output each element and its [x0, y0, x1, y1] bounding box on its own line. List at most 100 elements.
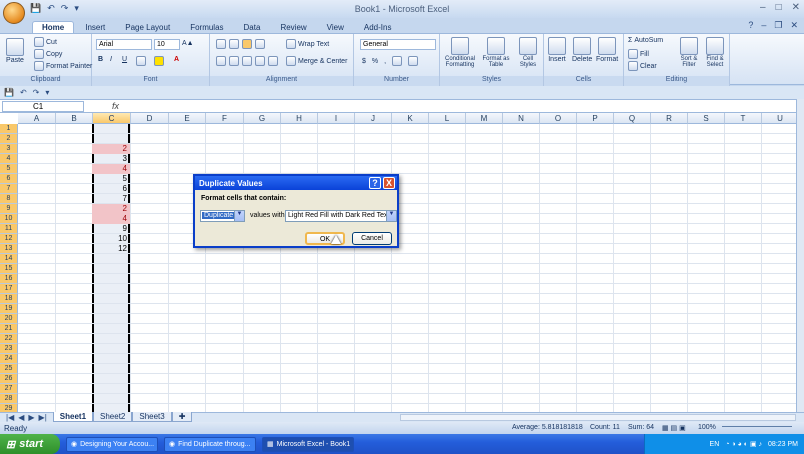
row-header[interactable]: 12 — [0, 234, 18, 244]
maximize-button[interactable]: □ — [776, 2, 782, 13]
number-format-combo[interactable]: General — [360, 39, 436, 50]
save-icon[interactable]: 💾 — [30, 3, 41, 14]
start-button[interactable]: ⊞ start — [0, 434, 60, 454]
tab-data[interactable]: Data — [235, 22, 270, 33]
row-header[interactable]: 16 — [0, 274, 18, 284]
zoom-level[interactable]: 100% — [698, 424, 716, 431]
row-header[interactable]: 8 — [0, 194, 18, 204]
column-header[interactable]: P — [577, 113, 614, 124]
underline-button[interactable]: U — [122, 56, 127, 63]
find-select-button[interactable]: Find & Select — [702, 37, 728, 68]
fill-color-button[interactable] — [154, 56, 164, 66]
help-icon[interactable]: ? — [748, 20, 753, 31]
minimize-button[interactable]: – — [760, 2, 766, 13]
currency-button[interactable]: $ — [362, 58, 366, 65]
tab-review[interactable]: Review — [271, 22, 315, 33]
sheet-tab-2[interactable]: Sheet2 — [93, 412, 133, 422]
tab-page-layout[interactable]: Page Layout — [116, 22, 179, 33]
redo-icon[interactable]: ↷ — [61, 3, 69, 14]
row-header[interactable]: 18 — [0, 294, 18, 304]
language-indicator[interactable]: EN — [710, 441, 720, 448]
column-header[interactable]: D — [131, 113, 169, 124]
column-header[interactable]: R — [651, 113, 688, 124]
column-header[interactable]: O — [540, 113, 577, 124]
ribbon-minimize-icon[interactable]: – — [761, 20, 766, 31]
customize-qat-icon[interactable]: ▾ — [45, 88, 49, 97]
row-header[interactable]: 20 — [0, 314, 18, 324]
column-header[interactable]: I — [318, 113, 355, 124]
comma-button[interactable]: , — [384, 58, 386, 65]
column-header[interactable]: T — [725, 113, 762, 124]
row-header[interactable]: 25 — [0, 364, 18, 374]
cell[interactable]: 6 — [92, 184, 130, 194]
save-icon[interactable]: 💾 — [4, 88, 14, 97]
duplicate-cell[interactable]: 2 — [92, 144, 130, 154]
row-header[interactable]: 13 — [0, 244, 18, 254]
clear-button[interactable]: Clear — [628, 61, 657, 71]
tab-formulas[interactable]: Formulas — [181, 22, 232, 33]
ribbon-restore-icon[interactable]: ❐ — [774, 20, 782, 31]
duplicate-cell[interactable]: 4 — [92, 214, 130, 224]
delete-cells-button[interactable]: Delete — [572, 37, 592, 63]
tab-view[interactable]: View — [318, 22, 353, 33]
sheet-tab-1[interactable]: Sheet1 — [52, 412, 94, 422]
row-header[interactable]: 2 — [0, 134, 18, 144]
taskbar-item-find-duplicate[interactable]: ◉ Find Duplicate throug... — [164, 436, 256, 452]
ribbon-close-icon[interactable]: ✕ — [790, 20, 798, 31]
column-header[interactable]: F — [206, 113, 244, 124]
horizontal-scrollbar[interactable] — [400, 414, 796, 421]
rule-type-select[interactable]: Duplicate ▼ — [200, 210, 245, 222]
merge-center-button[interactable]: Merge & Center — [286, 56, 347, 66]
column-header[interactable]: S — [688, 113, 725, 124]
vertical-scrollbar[interactable] — [796, 99, 804, 412]
close-button[interactable]: ✕ — [792, 2, 800, 13]
dialog-help-button[interactable]: ? — [369, 177, 381, 189]
vertical-align-buttons[interactable] — [216, 39, 265, 49]
customize-qat-icon[interactable]: ▾ — [74, 3, 79, 14]
row-header[interactable]: 14 — [0, 254, 18, 264]
cell[interactable]: 7 — [92, 194, 130, 204]
row-header[interactable]: 3 — [0, 144, 18, 154]
cell[interactable]: 12 — [92, 244, 130, 254]
duplicate-cell[interactable]: 2 — [92, 204, 130, 214]
cell-styles-button[interactable]: Cell Styles — [514, 37, 542, 68]
taskbar-item-designing[interactable]: ◉ Designing Your Accou... — [66, 436, 158, 452]
column-header[interactable]: H — [281, 113, 318, 124]
italic-button[interactable]: I — [110, 56, 112, 63]
redo-icon[interactable]: ↷ — [33, 88, 40, 97]
cell[interactable]: 5 — [92, 174, 130, 184]
row-header[interactable]: 23 — [0, 344, 18, 354]
cell[interactable]: 9 — [92, 224, 130, 234]
column-header[interactable]: Q — [614, 113, 651, 124]
row-header[interactable]: 15 — [0, 264, 18, 274]
worksheet-grid[interactable]: A B C D E F G H I J K L M N O P Q R S T U 1 2 3 4 5 6 7 8 9 10 11 12 13 14… — [0, 113, 796, 412]
view-buttons[interactable]: ▦ ▤ ▣ — [662, 424, 686, 432]
sheet-nav-buttons[interactable]: |◀ ◀ ▶ ▶| — [0, 413, 53, 422]
percent-button[interactable]: % — [372, 58, 378, 65]
sheet-tab-3[interactable]: Sheet3 — [132, 412, 172, 422]
function-icon[interactable]: fx — [112, 101, 119, 111]
paste-button[interactable]: Paste — [6, 38, 24, 64]
row-header[interactable]: 26 — [0, 374, 18, 384]
autosum-button[interactable]: Σ AutoSum — [628, 37, 663, 44]
font-name-combo[interactable]: Arial — [96, 39, 152, 50]
borders-button[interactable] — [136, 56, 146, 66]
cell[interactable]: 3 — [92, 154, 130, 164]
fill-button[interactable]: Fill — [628, 49, 649, 59]
font-size-combo[interactable]: 10 — [154, 39, 180, 50]
duplicate-cell[interactable]: 4 — [92, 164, 130, 174]
bold-button[interactable]: B — [98, 56, 103, 63]
column-header[interactable]: E — [169, 113, 206, 124]
row-header[interactable]: 22 — [0, 334, 18, 344]
row-header[interactable]: 4 — [0, 154, 18, 164]
conditional-formatting-button[interactable]: Conditional Formatting — [442, 37, 478, 68]
column-header[interactable]: J — [355, 113, 392, 124]
dialog-close-button[interactable]: X — [383, 177, 395, 189]
column-header[interactable]: L — [429, 113, 466, 124]
number-format-buttons[interactable]: $ % , — [362, 56, 419, 66]
row-header[interactable]: 11 — [0, 224, 18, 234]
row-header[interactable]: 17 — [0, 284, 18, 294]
cancel-button[interactable]: Cancel — [352, 232, 392, 245]
row-header[interactable]: 1 — [0, 124, 18, 134]
sort-filter-button[interactable]: Sort & Filter — [676, 37, 702, 68]
